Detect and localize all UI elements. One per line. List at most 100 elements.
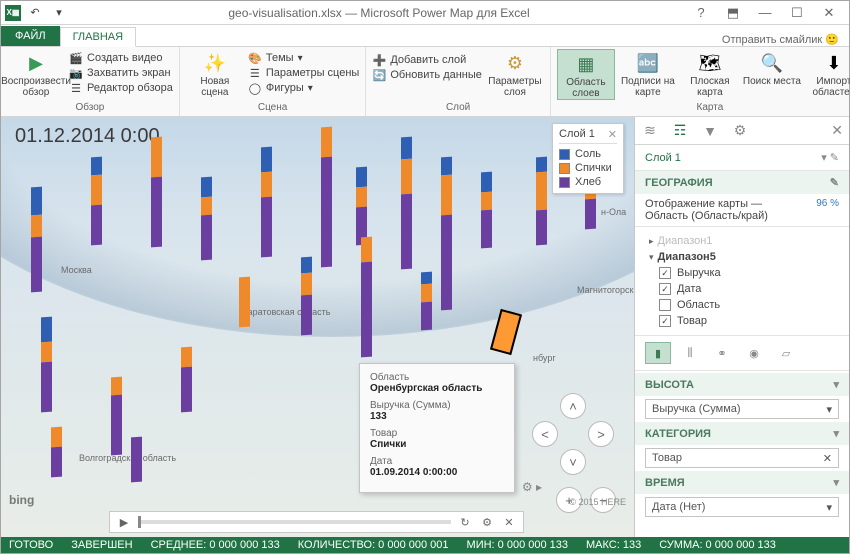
city-label: Москва bbox=[61, 265, 92, 275]
help-button[interactable]: ? bbox=[689, 4, 713, 22]
add-layer-button[interactable]: ➕Добавить слой bbox=[372, 53, 482, 67]
nav-pad: ˄ ˂ ˃ ˅ bbox=[532, 393, 616, 477]
tab-file[interactable]: ФАЙЛ bbox=[1, 26, 60, 46]
shapes-button[interactable]: ◯Фигуры ▾ bbox=[248, 81, 359, 95]
shapes-icon: ◯ bbox=[248, 81, 262, 95]
status-done: ЗАВЕРШЕН bbox=[71, 539, 132, 551]
geo-match-percent[interactable]: 96 % bbox=[816, 198, 839, 209]
find-location-button[interactable]: 🔍Поиск места bbox=[743, 49, 801, 87]
window-title: geo-visualisation.xlsx — Microsoft Power… bbox=[69, 6, 689, 20]
legend-swatch bbox=[559, 149, 570, 160]
viz-bubble-button[interactable]: ⚭ bbox=[709, 342, 735, 364]
refresh-data-button[interactable]: 🔄Обновить данные bbox=[372, 68, 482, 82]
category-heading: КАТЕГОРИЯ bbox=[645, 428, 711, 440]
panel-tab-layers-icon[interactable]: ≋ bbox=[641, 122, 659, 140]
player-settings-button[interactable]: ⚙ bbox=[479, 514, 495, 530]
title-bar: X▦ ↶ ▾ geo-visualisation.xlsx — Microsof… bbox=[1, 1, 849, 25]
city-label: н-Ола bbox=[601, 207, 626, 217]
video-icon: 🎬 bbox=[69, 51, 83, 65]
group-label-tour: Обзор bbox=[7, 102, 173, 114]
layer-params-button[interactable]: ⚙Параметры слоя bbox=[486, 49, 544, 98]
viz-clustered-column-button[interactable]: ⫼ bbox=[677, 342, 703, 364]
panel-tab-settings-icon[interactable]: ⚙ bbox=[731, 122, 749, 140]
themes-button[interactable]: 🎨Темы ▾ bbox=[248, 51, 359, 65]
ribbon: ▶Воспроизвести обзор 🎬Создать видео 📷Зах… bbox=[1, 47, 849, 117]
play-button[interactable]: ▶ bbox=[116, 514, 132, 530]
viz-region-button[interactable]: ▱ bbox=[773, 342, 799, 364]
map-copyright: © 2015 HERE bbox=[569, 497, 626, 507]
field-checkbox[interactable]: ✓Выручка bbox=[645, 265, 839, 281]
undo-button[interactable]: ↶ bbox=[25, 3, 45, 23]
legend-title: Слой 1 bbox=[559, 128, 595, 141]
map-labels-button[interactable]: 🔤Подписи на карте bbox=[619, 49, 677, 98]
panel-tab-filter-icon[interactable]: ▼ bbox=[701, 122, 719, 140]
capture-screen-button[interactable]: 📷Захватить экран bbox=[69, 66, 173, 80]
refresh-icon: 🔄 bbox=[372, 68, 386, 82]
nav-up-button[interactable]: ˄ bbox=[560, 393, 586, 419]
legend-close-icon[interactable]: ✕ bbox=[608, 128, 617, 141]
add-layer-icon: ➕ bbox=[372, 53, 386, 67]
legend-swatch bbox=[559, 163, 570, 174]
nav-down-button[interactable]: ˅ bbox=[560, 449, 586, 475]
map-canvas[interactable]: 01.12.2014 0:00 Москва Волгоградская обл… bbox=[1, 117, 634, 537]
height-heading: ВЫСОТА bbox=[645, 379, 694, 391]
ribbon-tabs: ФАЙЛ ГЛАВНАЯ Отправить смайлик 🙂 bbox=[1, 25, 849, 47]
send-smiley[interactable]: Отправить смайлик 🙂 bbox=[722, 33, 849, 46]
flat-map-button[interactable]: 🗺Плоская карта bbox=[681, 49, 739, 98]
status-avg: СРЕДНЕЕ: 0 000 000 133 bbox=[151, 539, 280, 551]
geo-edit-icon[interactable]: ✎ bbox=[830, 176, 839, 189]
import-regions-button[interactable]: ⬇Импорт областей bbox=[805, 49, 850, 98]
layer-rename-icon[interactable]: ▾ ✎ bbox=[821, 151, 839, 164]
ribbon-toggle-button[interactable]: ⬒ bbox=[721, 4, 745, 22]
time-track[interactable] bbox=[138, 520, 451, 524]
field-checkbox[interactable]: ✓Товар bbox=[645, 313, 839, 329]
play-icon: ▶ bbox=[22, 51, 50, 75]
geo-heading: ГЕОГРАФИЯ bbox=[645, 177, 713, 189]
group-label-map: Карта bbox=[557, 102, 850, 114]
close-button[interactable]: ✕ bbox=[817, 4, 841, 22]
tab-home[interactable]: ГЛАВНАЯ bbox=[60, 27, 136, 47]
viz-type-row: ▮ ⫼ ⚭ ◉ ▱ bbox=[635, 336, 849, 371]
status-max: МАКС: 133 bbox=[586, 539, 641, 551]
loop-button[interactable]: ↻ bbox=[457, 514, 473, 530]
map-legend[interactable]: Слой 1✕ Соль Спички Хлеб bbox=[552, 123, 624, 194]
search-icon: 🔍 bbox=[758, 51, 786, 75]
nav-left-button[interactable]: ˂ bbox=[532, 421, 558, 447]
tour-editor-button[interactable]: ☰Редактор обзора bbox=[69, 81, 173, 95]
status-ready: ГОТОВО bbox=[9, 539, 53, 551]
new-scene-button[interactable]: ✨Новая сцена bbox=[186, 49, 244, 98]
maximize-button[interactable]: ☐ bbox=[785, 4, 809, 22]
panel-tab-fields-icon[interactable]: ☶ bbox=[671, 122, 689, 140]
minimize-button[interactable]: — bbox=[753, 4, 777, 22]
scene-params-button[interactable]: ☰Параметры сцены bbox=[248, 66, 359, 80]
regions-icon: ▦ bbox=[572, 52, 600, 76]
panel-close-button[interactable]: ✕ bbox=[831, 122, 843, 139]
layer-regions-button[interactable]: ▦Область слоев bbox=[557, 49, 615, 100]
bing-logo: bing bbox=[9, 493, 34, 507]
height-dropdown[interactable]: Выручка (Сумма)▾ bbox=[645, 399, 839, 419]
time-heading: ВРЕМЯ bbox=[645, 477, 685, 489]
tooltip-gear-icon[interactable]: ⚙ ▸ bbox=[522, 480, 542, 494]
status-sum: СУММА: 0 000 000 133 bbox=[659, 539, 776, 551]
range-name[interactable]: Диапазон5 bbox=[658, 251, 716, 263]
redo-button[interactable]: ▾ bbox=[49, 3, 69, 23]
field-checkbox[interactable]: Область bbox=[645, 297, 839, 313]
category-dropdown[interactable]: Товар✕ bbox=[645, 448, 839, 468]
create-video-button[interactable]: 🎬Создать видео bbox=[69, 51, 173, 65]
city-label: Волгоградская область bbox=[79, 453, 176, 463]
time-dropdown[interactable]: Дата (Нет)▾ bbox=[645, 497, 839, 517]
panel-layer-name: Слой 1 bbox=[645, 152, 681, 164]
excel-icon: X▦ bbox=[5, 5, 21, 21]
status-bar: ГОТОВО ЗАВЕРШЕН СРЕДНЕЕ: 0 000 000 133 К… bbox=[1, 537, 849, 553]
city-label: Саратовская область bbox=[241, 307, 330, 317]
viz-stacked-column-button[interactable]: ▮ bbox=[645, 342, 671, 364]
status-count: КОЛИЧЕСТВО: 0 000 000 001 bbox=[298, 539, 449, 551]
legend-swatch bbox=[559, 177, 570, 188]
layer-panel: ≋ ☶ ▼ ⚙ ✕ Слой 1 ▾ ✎ ГЕОГРАФИЯ ✎ Отображ… bbox=[634, 117, 849, 537]
time-player: ▶ ↻ ⚙ ✕ bbox=[109, 511, 524, 533]
field-checkbox[interactable]: ✓Дата bbox=[645, 281, 839, 297]
player-close-button[interactable]: ✕ bbox=[501, 514, 517, 530]
viz-heatmap-button[interactable]: ◉ bbox=[741, 342, 767, 364]
play-tour-button[interactable]: ▶Воспроизвести обзор bbox=[7, 49, 65, 98]
nav-right-button[interactable]: ˃ bbox=[588, 421, 614, 447]
